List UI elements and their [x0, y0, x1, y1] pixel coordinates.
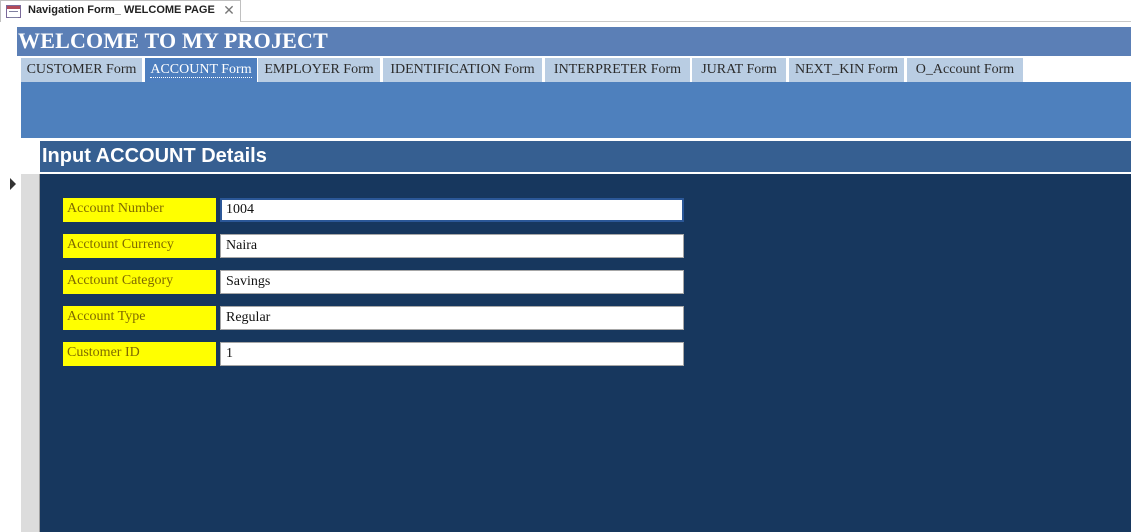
close-icon[interactable]: ✕	[222, 3, 236, 19]
tab-identification-form[interactable]: IDENTIFICATION Form	[383, 58, 542, 82]
tab-label: O_Account Form	[915, 62, 1015, 77]
tab-next-kin-form[interactable]: NEXT_KIN Form	[789, 58, 904, 82]
tab-label: IDENTIFICATION Form	[390, 62, 535, 77]
account-type-label: Account Type	[63, 306, 216, 330]
subform-header-band	[21, 82, 1131, 138]
document-tab[interactable]: Navigation Form_ WELCOME PAGE ✕	[0, 0, 241, 22]
subform-title: Input ACCOUNT Details	[42, 145, 267, 167]
account-currency-field[interactable]: Naira	[220, 234, 684, 258]
document-tab-bar: Navigation Form_ WELCOME PAGE ✕	[0, 0, 1131, 22]
tab-label: NEXT_KIN Form	[794, 62, 899, 77]
tab-interpreter-form[interactable]: INTERPRETER Form	[545, 58, 690, 82]
tab-label: CUSTOMER Form	[26, 62, 137, 77]
account-category-label: Acctount Category	[63, 270, 216, 294]
tab-o-account-form[interactable]: O_Account Form	[907, 58, 1023, 82]
tab-label: INTERPRETER Form	[553, 62, 682, 77]
tab-label: ACCOUNT Form	[150, 62, 252, 78]
left-gutter	[0, 22, 17, 532]
customer-id-label: Customer ID	[63, 342, 216, 366]
tab-employer-form[interactable]: EMPLOYER Form	[258, 58, 380, 82]
tab-label: JURAT Form	[701, 62, 777, 77]
current-record-arrow-icon	[10, 178, 16, 190]
account-currency-label: Acctount Currency	[63, 234, 216, 258]
customer-id-field[interactable]: 1	[220, 342, 684, 366]
subform-title-bar: Input ACCOUNT Details	[40, 141, 1131, 172]
record-selector[interactable]	[21, 174, 40, 532]
page-title: WELCOME TO MY PROJECT	[18, 28, 328, 53]
document-tab-title: Navigation Form_ WELCOME PAGE	[28, 4, 215, 16]
account-number-label: Account Number	[63, 198, 216, 222]
account-category-field[interactable]: Savings	[220, 270, 684, 294]
tab-jurat-form[interactable]: JURAT Form	[692, 58, 786, 82]
account-type-field[interactable]: Regular	[220, 306, 684, 330]
tab-customer-form[interactable]: CUSTOMER Form	[21, 58, 142, 82]
navigation-tab-row: CUSTOMER Form ACCOUNT Form EMPLOYER Form…	[21, 58, 1131, 82]
form-icon	[6, 5, 21, 18]
tab-account-form[interactable]: ACCOUNT Form	[145, 58, 257, 82]
form-header-band: WELCOME TO MY PROJECT	[17, 27, 1131, 56]
account-number-field[interactable]: 1004	[220, 198, 684, 222]
tab-label: EMPLOYER Form	[264, 62, 374, 77]
